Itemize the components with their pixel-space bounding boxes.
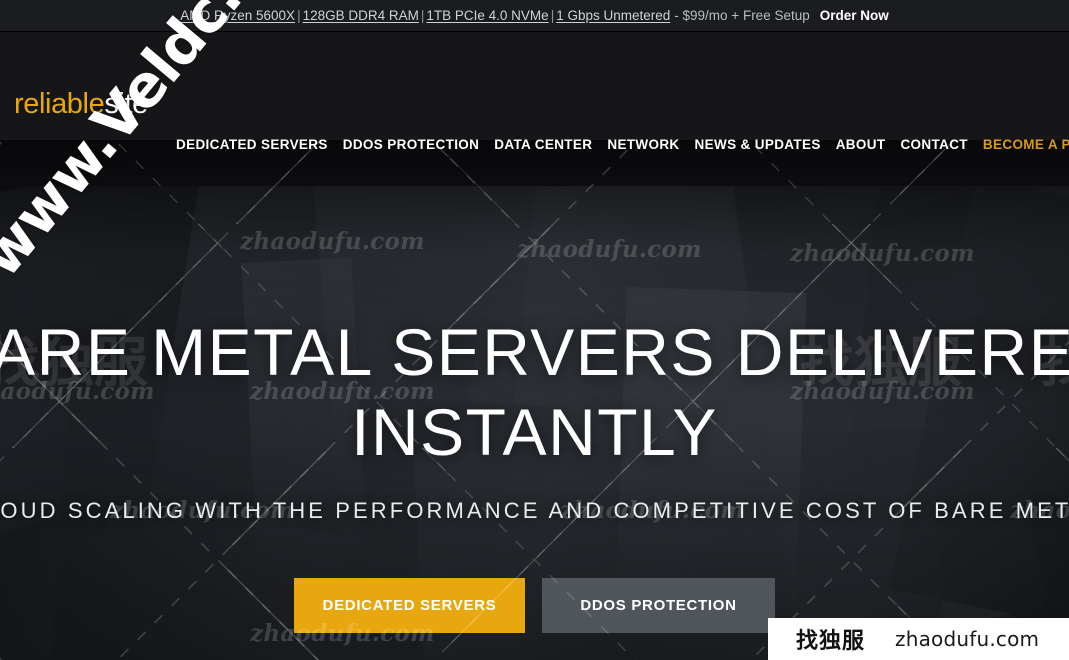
logo-text-primary: reliable: [14, 88, 105, 120]
site-logo[interactable]: reliablesite: [14, 90, 148, 119]
site-watermark-badge: 找独服 zhaodufu.com: [768, 618, 1069, 660]
nav-item-contact[interactable]: CONTACT: [900, 137, 967, 152]
badge-cn-label: 找独服: [796, 629, 866, 654]
badge-domain: zhaodufu.com: [895, 627, 1040, 651]
nav-item-about[interactable]: ABOUT: [836, 137, 886, 152]
order-now-button[interactable]: Order Now: [820, 8, 889, 23]
promo-topbar: AMD Ryzen 5600X | 128GB DDR4 RAM | 1TB P…: [0, 0, 1069, 32]
hero-content: BARE METAL SERVERS DELIVERED INSTANTLY C…: [0, 140, 1069, 660]
promo-spec-bandwidth[interactable]: 1 Gbps Unmetered: [556, 8, 670, 23]
nav-item-become-a-partner[interactable]: BECOME A PARTNER: [983, 137, 1069, 152]
hero-heading: BARE METAL SERVERS DELIVERED INSTANTLY: [0, 312, 1069, 472]
nav-item-network[interactable]: NETWORK: [607, 137, 679, 152]
promo-separator-2: |: [420, 8, 425, 23]
hero-subheading: CLOUD SCALING WITH THE PERFORMANCE AND C…: [0, 498, 1069, 523]
logo-text-secondary: site: [104, 88, 148, 120]
hero-heading-line-1: BARE METAL SERVERS DELIVERED: [0, 315, 1069, 389]
promo-separator-1: |: [297, 8, 301, 23]
site-header: reliablesite DEDICATED SERVERS DDOS PROT…: [0, 32, 1069, 152]
promo-spec-cpu[interactable]: AMD Ryzen 5600X: [180, 8, 295, 23]
ddos-protection-button[interactable]: DDOS PROTECTION: [542, 578, 775, 633]
promo-spec-storage[interactable]: 1TB PCIe 4.0 NVMe: [426, 8, 548, 23]
nav-item-news-updates[interactable]: NEWS & UPDATES: [695, 137, 821, 152]
hero-section: BARE METAL SERVERS DELIVERED INSTANTLY C…: [0, 140, 1069, 660]
dedicated-servers-button[interactable]: DEDICATED SERVERS: [294, 578, 525, 633]
nav-item-dedicated-servers[interactable]: DEDICATED SERVERS: [176, 137, 328, 152]
promo-separator-3: |: [550, 8, 555, 23]
nav-item-data-center[interactable]: DATA CENTER: [494, 137, 592, 152]
hero-heading-line-2: INSTANTLY: [351, 395, 718, 469]
hero-cta-group: DEDICATED SERVERS DDOS PROTECTION: [294, 578, 775, 633]
promo-price: - $99/mo + Free Setup: [674, 8, 810, 23]
main-navigation: DEDICATED SERVERS DDOS PROTECTION DATA C…: [176, 137, 1069, 152]
nav-item-ddos-protection[interactable]: DDOS PROTECTION: [343, 137, 480, 152]
promo-spec-ram[interactable]: 128GB DDR4 RAM: [303, 8, 419, 23]
